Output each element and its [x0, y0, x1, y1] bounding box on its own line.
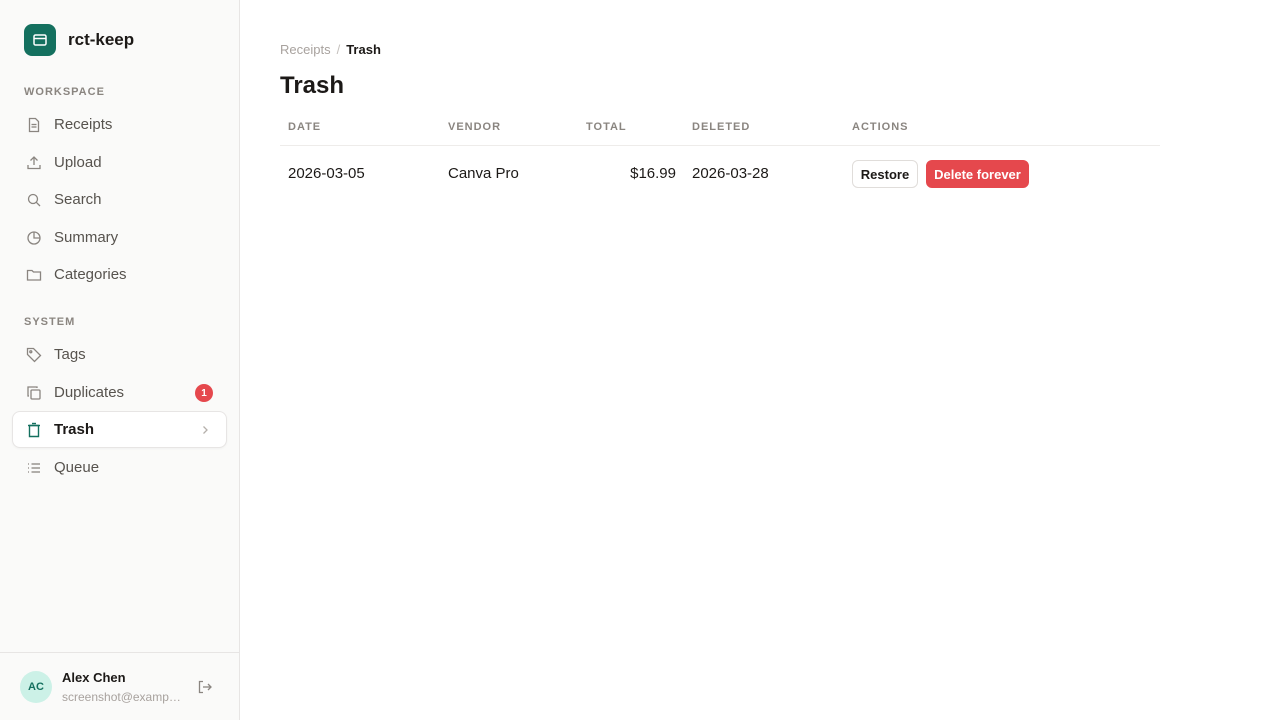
column-header-total: TOTAL: [586, 121, 627, 133]
sidebar-item-label: Tags: [54, 346, 86, 363]
sidebar-item-search[interactable]: Search: [12, 181, 227, 218]
section-label-workspace: WORKSPACE: [24, 86, 105, 98]
cell-vendor: Canva Pro: [448, 165, 519, 182]
user-name: Alex Chen: [62, 670, 126, 685]
sidebar-item-duplicates[interactable]: Duplicates 1: [12, 374, 227, 411]
tag-icon: [25, 346, 43, 364]
folder-icon: [25, 266, 43, 284]
column-header-vendor: VENDOR: [448, 121, 502, 133]
upload-icon: [25, 154, 43, 172]
section-label-system: SYSTEM: [24, 316, 76, 328]
breadcrumb-current: Trash: [346, 42, 381, 57]
column-header-deleted: DELETED: [692, 121, 751, 133]
breadcrumb-link-receipts[interactable]: Receipts: [280, 42, 331, 57]
column-header-date: DATE: [288, 121, 322, 133]
receipt-icon: [25, 116, 43, 134]
table-row: 2026-03-05 Canva Pro $16.99 2026-03-28 R…: [280, 146, 1160, 202]
sidebar: rct-keep WORKSPACE Receipts Upload Searc…: [0, 0, 240, 720]
sidebar-item-summary[interactable]: Summary: [12, 219, 227, 256]
sidebar-item-label: Summary: [54, 229, 119, 246]
column-header-actions: ACTIONS: [852, 121, 909, 133]
logout-icon[interactable]: [197, 679, 213, 695]
sidebar-item-label: Receipts: [54, 116, 113, 133]
sidebar-item-trash[interactable]: Trash: [12, 411, 227, 448]
copy-icon: [25, 384, 43, 402]
table-header: DATE VENDOR TOTAL DELETED ACTIONS: [280, 110, 1160, 146]
sidebar-item-label: Upload: [54, 154, 102, 171]
sidebar-item-queue[interactable]: Queue: [12, 449, 227, 486]
app-name: rct-keep: [68, 30, 135, 49]
restore-button[interactable]: Restore: [852, 160, 918, 188]
sidebar-item-label: Categories: [54, 266, 127, 283]
cell-deleted: 2026-03-28: [692, 165, 769, 182]
breadcrumb-separator: /: [336, 42, 341, 57]
sidebar-item-upload[interactable]: Upload: [12, 144, 227, 181]
user-email: screenshot@example.com: [62, 690, 182, 704]
duplicates-count-badge: 1: [195, 384, 213, 402]
sidebar-item-label: Search: [54, 191, 102, 208]
sidebar-item-tags[interactable]: Tags: [12, 336, 227, 373]
trash-table: DATE VENDOR TOTAL DELETED ACTIONS 2026-0…: [280, 110, 1160, 202]
avatar[interactable]: AC: [20, 671, 52, 703]
app-logo-icon: [24, 24, 56, 56]
sidebar-item-label: Queue: [54, 459, 100, 476]
list-icon: [25, 459, 43, 477]
search-icon: [25, 191, 43, 209]
sidebar-item-label: Duplicates: [54, 384, 125, 401]
trash-icon: [25, 421, 43, 439]
breadcrumb: Receipts / Trash: [280, 42, 381, 57]
delete-forever-button[interactable]: Delete forever: [926, 160, 1029, 188]
cell-total: $16.99: [630, 165, 676, 182]
page-title: Trash: [280, 72, 345, 99]
user-profile: AC Alex Chen screenshot@example.com: [0, 652, 239, 720]
pie-chart-icon: [25, 229, 43, 247]
sidebar-item-label: Trash: [54, 421, 95, 438]
chevron-right-icon: [198, 423, 212, 437]
main-content: Receipts / Trash Trash DATE VENDOR TOTAL…: [240, 0, 1280, 720]
cell-date: 2026-03-05: [288, 165, 365, 182]
sidebar-item-categories[interactable]: Categories: [12, 256, 227, 293]
sidebar-item-receipts[interactable]: Receipts: [12, 106, 227, 143]
brand[interactable]: rct-keep: [24, 24, 134, 56]
